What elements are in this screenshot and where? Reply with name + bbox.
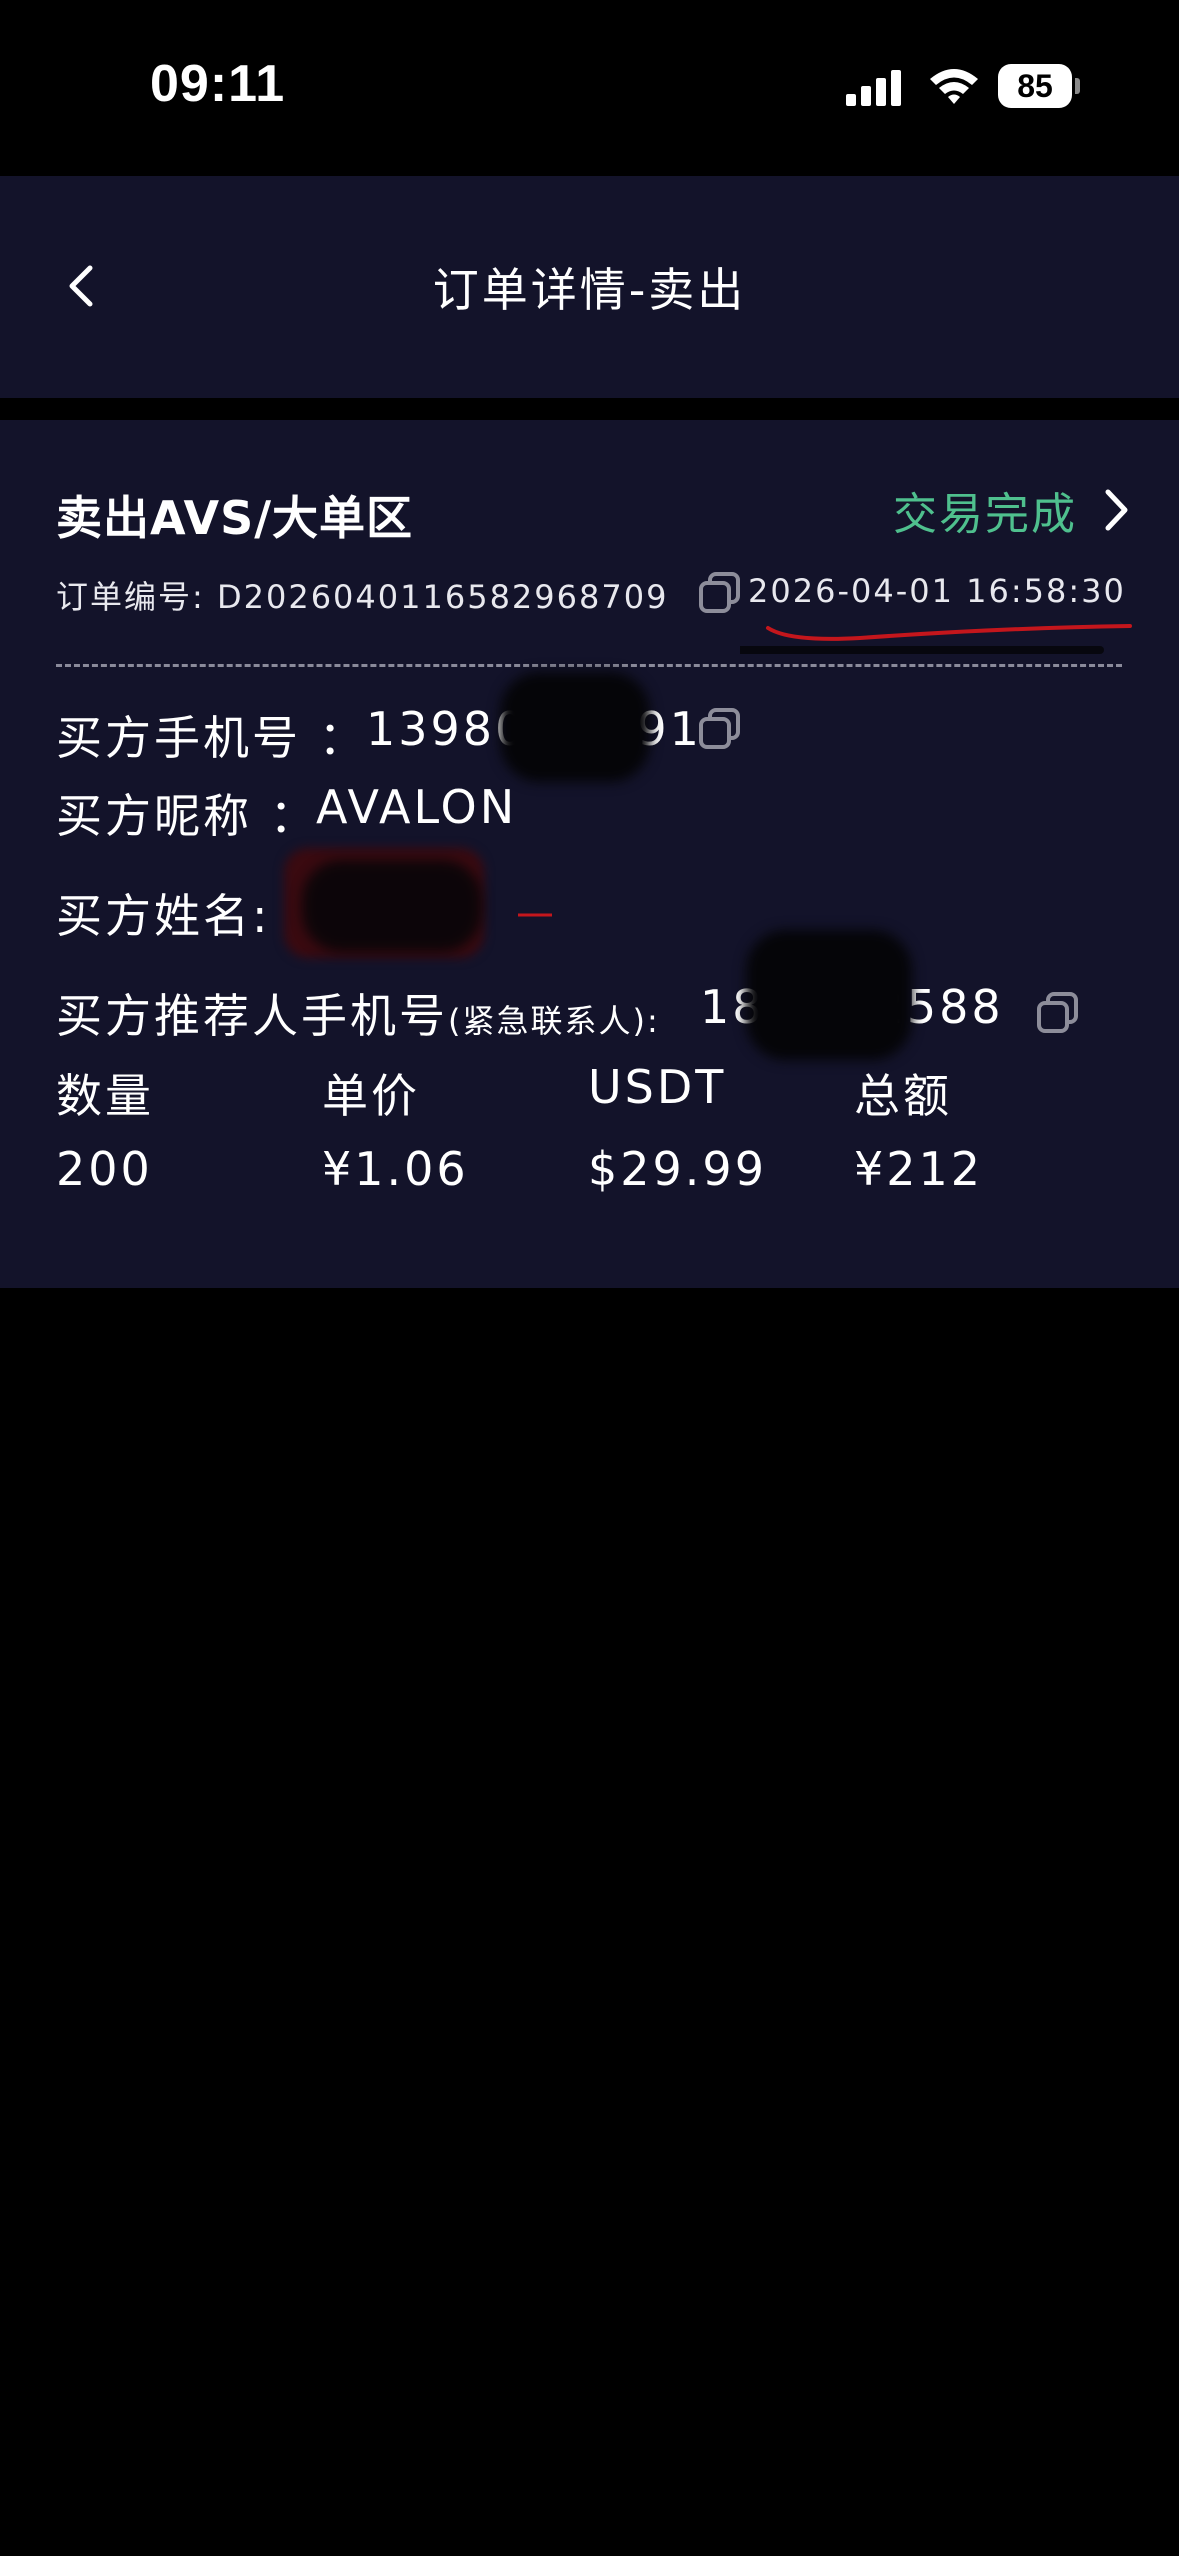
total-value: ¥212 xyxy=(854,1142,984,1196)
redaction-mark xyxy=(500,672,650,782)
referrer-note: (紧急联系人): xyxy=(448,1002,660,1040)
table-header-unit-price: 单价 xyxy=(322,1069,420,1123)
wifi-icon xyxy=(930,69,978,104)
buyer-name-label: 买方姓名: xyxy=(56,889,271,943)
quantity-value: 200 xyxy=(56,1142,153,1196)
copy-referrer-phone-icon[interactable] xyxy=(1034,990,1082,1038)
header: 订单详情-卖出 xyxy=(0,176,1179,398)
copy-buyer-phone-icon[interactable] xyxy=(696,706,744,754)
battery-level: 85 xyxy=(998,64,1072,108)
redaction-mark xyxy=(302,860,482,952)
order-number: 订单编号: D2026040116582968709 xyxy=(56,572,668,618)
signal-icon xyxy=(846,70,901,106)
back-button[interactable] xyxy=(40,246,120,326)
page-title: 订单详情-卖出 xyxy=(432,263,747,317)
table-header-usdt: USDT xyxy=(588,1060,727,1114)
buyer-nickname-label: 买方昵称 ： xyxy=(56,789,319,843)
battery-icon: 85 xyxy=(998,64,1080,108)
order-card: 卖出AVS/大单区 交易完成 订单编号: D202604011658296870… xyxy=(0,420,1179,1288)
unit-price-value: ¥1.06 xyxy=(322,1142,469,1196)
battery-cap xyxy=(1075,78,1080,94)
referrer-label: 买方推荐人手机号 xyxy=(56,989,448,1043)
usdt-value: $29.99 xyxy=(588,1142,767,1196)
order-type-title: 卖出AVS/大单区 xyxy=(56,491,414,545)
table-header-total: 总额 xyxy=(854,1069,952,1123)
order-number-label: 订单编号: xyxy=(56,578,217,616)
buyer-nickname-value: AVALON xyxy=(316,780,518,834)
order-number-value: D2026040116582968709 xyxy=(216,578,669,616)
table-header-quantity: 数量 xyxy=(56,1069,154,1123)
chevron-left-icon xyxy=(69,265,93,307)
redaction-mark xyxy=(746,930,912,1060)
red-underline-annotation xyxy=(740,624,1132,654)
copy-order-number-icon[interactable] xyxy=(696,570,744,618)
order-status: 交易完成 xyxy=(893,489,1077,540)
buyer-phone-label: 买方手机号 ： xyxy=(56,711,368,765)
referrer-phone-label: 买方推荐人手机号(紧急联系人): xyxy=(56,980,660,1046)
status-bar: 09:11 85 xyxy=(0,0,1179,176)
dashed-divider xyxy=(56,664,1122,667)
chevron-right-icon xyxy=(1105,489,1128,531)
status-time: 09:11 xyxy=(150,55,286,113)
order-time: 2026-04-01 16:58:30 xyxy=(748,572,1126,610)
order-status-link[interactable]: 交易完成 xyxy=(893,480,1131,540)
red-dash-annotation xyxy=(518,913,552,917)
